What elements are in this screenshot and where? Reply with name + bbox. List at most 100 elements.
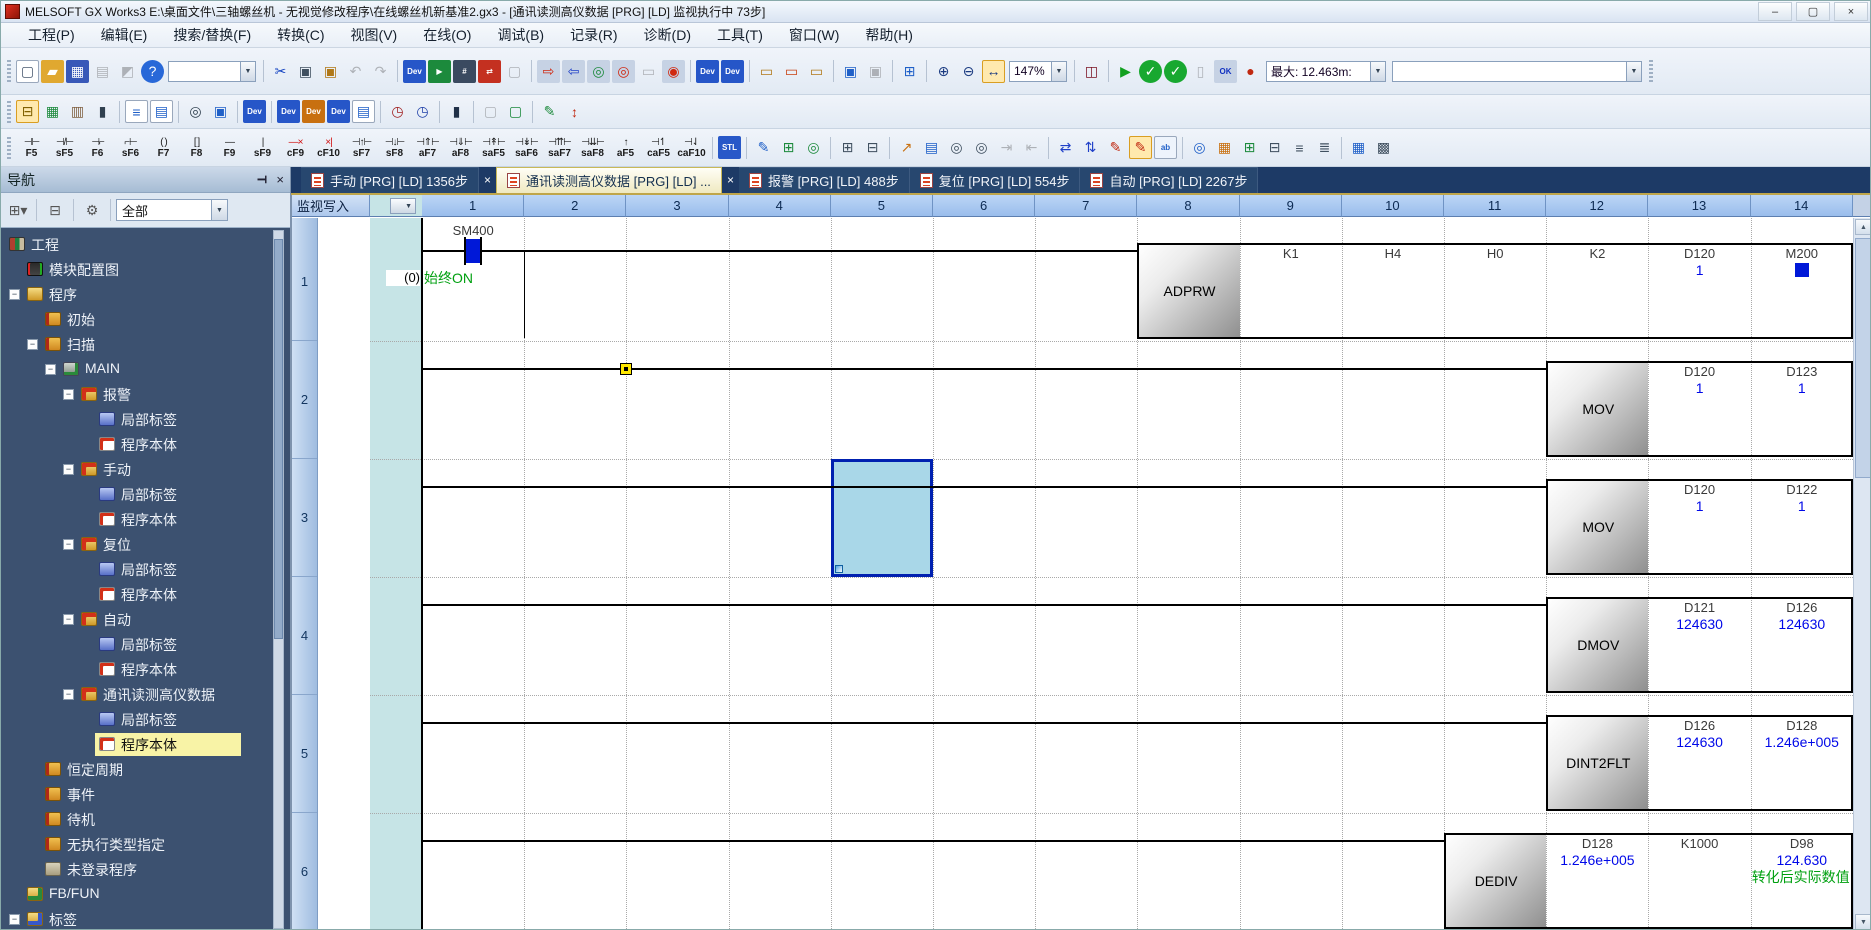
operand-device-label[interactable]: D128 <box>1751 718 1853 733</box>
menu-item-1[interactable]: 工程(P) <box>15 23 88 47</box>
scroll-down-button[interactable]: ▼ <box>1855 914 1871 930</box>
remote-operation-icon[interactable]: ▶ <box>428 60 451 83</box>
element-selection-icon[interactable]: ▦ <box>41 100 64 123</box>
open-branch-button[interactable]: ⊣⌐F6 <box>81 133 114 163</box>
edit-pen-icon[interactable]: ✎ <box>1104 136 1127 159</box>
find-contact-icon[interactable]: ◎ <box>945 136 968 159</box>
operand-device-label[interactable]: K2 <box>1546 246 1648 261</box>
delete-wire-icon[interactable]: ⇅ <box>1079 136 1102 159</box>
tree-item-通讯读测高仪数据[interactable]: −通讯读测高仪数据 <box>1 682 290 707</box>
instruction-name-cell[interactable]: MOV <box>1548 363 1648 455</box>
tab-3[interactable]: 报警 [PRG] [LD] 488步 <box>739 167 910 193</box>
rung-number-2[interactable]: 2 <box>292 341 317 459</box>
tree-item-局部标签[interactable]: 局部标签 <box>1 707 290 732</box>
find-icon[interactable]: ◎ <box>184 100 207 123</box>
find-device-blue-icon[interactable]: ◎ <box>1188 136 1211 159</box>
ladder-canvas[interactable]: 1SM400始终ON(0)ADPRWK1H4H0K2D1201M2002MOVD… <box>292 218 1853 930</box>
tree-item-工程[interactable]: 工程 <box>1 232 290 257</box>
tree-item-复位[interactable]: −复位 <box>1 532 290 557</box>
tab-close-icon[interactable]: × <box>727 173 734 187</box>
operand-device-label[interactable]: H4 <box>1342 246 1444 261</box>
new-file-icon[interactable]: ▢ <box>16 60 39 83</box>
tree-expander-icon[interactable]: − <box>27 339 38 350</box>
program-list-icon[interactable]: ≡ <box>125 100 148 123</box>
selected-cell[interactable] <box>831 459 933 577</box>
edit-comment-icon[interactable]: ✎ <box>538 100 561 123</box>
close-contact-button[interactable]: ⊣/⊢sF5 <box>48 133 81 163</box>
minimize-button[interactable]: – <box>1758 2 1792 21</box>
align-list-icon[interactable]: ≡ <box>1288 136 1311 159</box>
pulse-ndiff-contact-button[interactable]: ⊣↟⊢saF5 <box>477 133 510 163</box>
menu-item-9[interactable]: 诊断(D) <box>631 23 704 47</box>
fit-width-icon[interactable]: ↔ <box>982 60 1005 83</box>
tree-item-模块配置图[interactable]: 模块配置图 <box>1 257 290 282</box>
operand-on-indicator[interactable] <box>1795 263 1809 277</box>
tree-expander-icon[interactable]: − <box>63 464 74 475</box>
operand-device-label[interactable]: D123 <box>1751 364 1853 379</box>
jump-statement-icon[interactable]: ↗ <box>895 136 918 159</box>
plc-diagnostics-icon[interactable]: ◉ <box>662 60 685 83</box>
tree-item-事件[interactable]: 事件 <box>1 782 290 807</box>
device-entry-monitor-icon[interactable]: Dev <box>277 100 300 123</box>
delete-vertical-line-button[interactable]: ×|cF10 <box>312 133 345 163</box>
monitor-marker-icon[interactable] <box>620 363 632 375</box>
tree-expander-icon[interactable]: − <box>9 914 20 925</box>
tree-item-程序[interactable]: −程序 <box>1 282 290 307</box>
toolbar-grip[interactable] <box>7 101 11 123</box>
stopwatch-icon[interactable]: ◷ <box>386 100 409 123</box>
open-contact-button[interactable]: ⊣⊢F5 <box>15 133 48 163</box>
operand-device-label[interactable]: D122 <box>1751 482 1853 497</box>
rung-number-3[interactable]: 3 <box>292 459 317 577</box>
menu-item-11[interactable]: 窗口(W) <box>776 23 853 47</box>
menu-item-7[interactable]: 调试(B) <box>484 23 557 47</box>
insert-coil-icon[interactable]: ◎ <box>802 136 825 159</box>
insert-contact-icon[interactable]: ⊞ <box>777 136 800 159</box>
operand-device-label[interactable]: D128 <box>1546 836 1648 851</box>
navigation-scrollbar-thumb[interactable] <box>274 239 283 639</box>
register-watch-icon[interactable]: ⊞ <box>1238 136 1261 159</box>
statement-icon[interactable]: ▭ <box>755 60 778 83</box>
entry-ladder-monitor-icon[interactable]: ▤ <box>352 100 375 123</box>
menu-item-8[interactable]: 记录(R) <box>557 23 630 47</box>
tree-item-手动[interactable]: −手动 <box>1 457 290 482</box>
find-window-icon[interactable]: ▣ <box>209 100 232 123</box>
find-coil-icon[interactable]: ◎ <box>970 136 993 159</box>
edit-pen-active-icon[interactable]: ✎ <box>1129 136 1152 159</box>
quick-access-combo[interactable]: ▼ <box>168 61 256 82</box>
pulse-pdiff-branch-button[interactable]: ⊣⇊⊢saF8 <box>576 133 609 163</box>
module-configuration-icon[interactable]: ▮ <box>91 100 114 123</box>
operand-device-label[interactable]: K1 <box>1240 246 1342 261</box>
menu-item-3[interactable]: 搜索/替换(F) <box>160 23 264 47</box>
tree-item-MAIN[interactable]: −MAIN <box>1 357 290 382</box>
zoom-in-icon[interactable]: ⊕ <box>932 60 955 83</box>
menu-item-10[interactable]: 工具(T) <box>704 23 776 47</box>
tree-item-初始[interactable]: 初始 <box>1 307 290 332</box>
operand-device-label[interactable]: D126 <box>1751 600 1853 615</box>
horizontal-line-button[interactable]: —F9 <box>213 133 246 163</box>
tree-expander-icon[interactable]: − <box>63 389 74 400</box>
edit-mode-icon[interactable]: ✎ <box>752 136 775 159</box>
menu-item-4[interactable]: 转换(C) <box>264 23 337 47</box>
tree-expander-icon[interactable]: − <box>45 364 56 375</box>
delete-row-icon[interactable]: ⊟ <box>861 136 884 159</box>
draw-wire-icon[interactable]: ⇄ <box>1054 136 1077 159</box>
device-buffer-monitor-icon[interactable]: Dev <box>327 100 350 123</box>
scroll-up-button[interactable]: ▲ <box>1855 219 1871 235</box>
cut-icon[interactable]: ✂ <box>269 60 292 83</box>
operand-device-label[interactable]: D121 <box>1649 600 1751 615</box>
tree-item-程序本体[interactable]: 程序本体 <box>1 432 290 457</box>
tab-2-active[interactable]: 通讯读测高仪数据 [PRG] [LD] ... <box>496 167 722 193</box>
operand-device-label[interactable]: M200 <box>1751 246 1853 261</box>
tree-item-标签[interactable]: −标签 <box>1 907 290 930</box>
tree-item-自动[interactable]: −自动 <box>1 607 290 632</box>
grid-display2-icon[interactable]: ▩ <box>1372 136 1395 159</box>
remove-watch-icon[interactable]: ⊟ <box>1263 136 1286 159</box>
contact-on-indicator[interactable] <box>466 239 480 263</box>
editor-scrollbar-thumb[interactable] <box>1855 238 1871 478</box>
device-comment-icon[interactable]: Dev <box>403 60 426 83</box>
rung-number-4[interactable]: 4 <box>292 577 317 695</box>
operand-device-label[interactable]: D120 <box>1649 482 1751 497</box>
verify-with-plc-icon[interactable]: ◎ <box>587 60 610 83</box>
operand-device-label[interactable]: D98 <box>1751 836 1853 851</box>
zoom-combo[interactable]: 147%▼ <box>1009 61 1067 82</box>
